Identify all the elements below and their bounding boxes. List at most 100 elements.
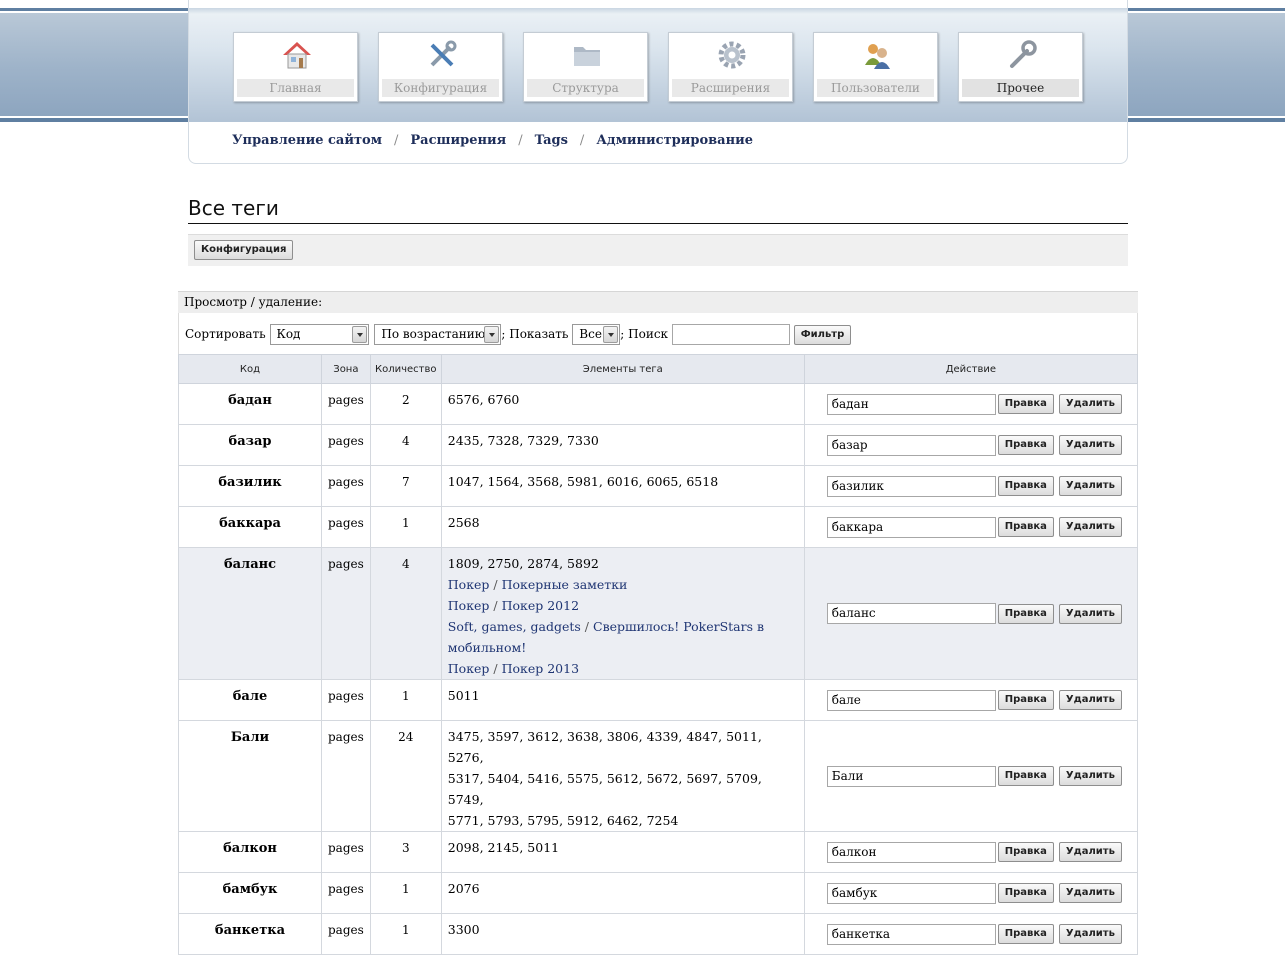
tag-rename-input[interactable]: базилик: [826, 475, 996, 497]
table-row: банкетка pages 1 3300 банкетка Правка Удалить: [178, 913, 1139, 955]
column-header-action: Действие: [803, 354, 1139, 384]
tag-code-cell: балкон: [178, 831, 322, 873]
tag-count-cell: 2: [369, 383, 442, 425]
tag-zone-cell: pages: [321, 547, 371, 680]
tag-element-ids: 2568: [447, 515, 480, 530]
nav-tile-users[interactable]: Пользователи: [813, 32, 938, 102]
tag-code-cell: баланс: [178, 547, 322, 680]
breadcrumb-site-management[interactable]: Управление сайтом: [232, 133, 382, 148]
delete-button[interactable]: Удалить: [1058, 435, 1122, 455]
tag-linked-page[interactable]: Soft, games, gadgets / Свершилось! Poker…: [448, 616, 798, 637]
tag-rename-input[interactable]: баккара: [826, 516, 996, 538]
delete-button[interactable]: Удалить: [1058, 517, 1122, 537]
edit-button[interactable]: Правка: [997, 603, 1054, 624]
configuration-button[interactable]: Конфигурация: [194, 240, 294, 260]
page-title-link[interactable]: Покерные заметки: [502, 577, 628, 592]
sort-field-select[interactable]: Код: [269, 324, 369, 345]
tag-rename-input[interactable]: Бали: [826, 765, 996, 787]
page-category-link[interactable]: Покер: [448, 598, 490, 613]
tags-table: Код Зона Количество Элементы тега Действ…: [178, 354, 1139, 955]
edit-button[interactable]: Правка: [997, 435, 1054, 455]
table-row: бале pages 1 5011 бале Правка Удалить: [178, 679, 1139, 721]
delete-button[interactable]: Удалить: [1058, 924, 1122, 944]
breadcrumb-tags[interactable]: Tags: [535, 133, 568, 148]
breadcrumb-separator: /: [579, 133, 585, 148]
tag-items-cell: 2098, 2145, 5011: [440, 831, 805, 873]
delete-button[interactable]: Удалить: [1058, 394, 1122, 414]
tag-element-ids: 5771, 5793, 5795, 5912, 6462, 7254: [447, 813, 679, 828]
tag-linked-page[interactable]: Покер / Покер 2012: [448, 595, 798, 616]
tag-items-cell: 6576, 6760: [440, 383, 805, 425]
column-header-count: Количество: [369, 354, 442, 384]
sort-field-value: Код: [276, 327, 301, 341]
edit-button[interactable]: Правка: [997, 842, 1054, 862]
tag-rename-input[interactable]: базар: [826, 434, 996, 456]
edit-button[interactable]: Правка: [997, 690, 1054, 710]
link-separator: /: [580, 619, 593, 634]
sort-order-select[interactable]: По возрастанию: [374, 324, 502, 345]
edit-button[interactable]: Правка: [997, 517, 1054, 537]
tag-code-cell: бамбук: [178, 872, 322, 914]
page-category-link[interactable]: Покер: [448, 661, 490, 676]
nav-label: Пользователи: [817, 79, 934, 97]
tag-count-cell: 1: [369, 506, 442, 548]
nav-tile-extensions[interactable]: Расширения: [668, 32, 793, 102]
tag-rename-input[interactable]: бамбук: [826, 882, 996, 904]
edit-button[interactable]: Правка: [997, 883, 1054, 903]
tag-code-cell: бале: [178, 679, 322, 721]
page-title-link[interactable]: Свершилось! PokerStars в: [593, 619, 764, 634]
tag-element-ids: 3475, 3597, 3612, 3638, 3806, 4339, 4847…: [447, 729, 762, 765]
tag-element-ids: 3300: [447, 922, 480, 937]
edit-button[interactable]: Правка: [997, 766, 1054, 786]
delete-button[interactable]: Удалить: [1058, 603, 1122, 624]
tag-zone-cell: pages: [321, 679, 371, 721]
tag-items-cell: 5011: [440, 679, 805, 721]
delete-button[interactable]: Удалить: [1058, 766, 1122, 786]
tag-rename-input[interactable]: бале: [826, 689, 996, 711]
edit-button[interactable]: Правка: [997, 476, 1054, 496]
filter-button[interactable]: Фильтр: [793, 324, 852, 345]
edit-button[interactable]: Правка: [997, 924, 1054, 944]
page-title-link[interactable]: Покер 2012: [502, 598, 579, 613]
tag-linked-page[interactable]: Покер / Покер 2013: [448, 658, 798, 679]
page-category-link[interactable]: Покер: [448, 577, 490, 592]
tag-zone-cell: pages: [321, 831, 371, 873]
nav-tile-configuration[interactable]: Конфигурация: [378, 32, 503, 102]
tag-element-ids: 5011: [447, 688, 480, 703]
tag-action-cell: базар Правка Удалить: [803, 424, 1139, 466]
tag-rename-input[interactable]: балкон: [826, 841, 996, 863]
tag-element-ids: 1047, 1564, 3568, 5981, 6016, 6065, 6518: [447, 474, 719, 489]
page-category-link[interactable]: Soft, games, gadgets: [448, 619, 581, 634]
tag-items-cell: 1047, 1564, 3568, 5981, 6016, 6065, 6518: [440, 465, 805, 507]
tag-linked-page[interactable]: Покер / Покерные заметки: [448, 574, 798, 595]
show-select[interactable]: Все: [572, 324, 621, 345]
tag-element-ids: 1809, 2750, 2874, 5892: [447, 556, 599, 571]
tag-linked-page[interactable]: мобильном!: [448, 637, 798, 658]
tag-count-cell: 1: [369, 679, 442, 721]
delete-button[interactable]: Удалить: [1058, 842, 1122, 862]
nav-tile-structure[interactable]: Структура: [523, 32, 648, 102]
page-title-link[interactable]: мобильном!: [448, 640, 526, 655]
breadcrumb-administration[interactable]: Администрирование: [596, 133, 753, 148]
nav-tile-home[interactable]: Главная: [233, 32, 358, 102]
breadcrumb-extensions[interactable]: Расширения: [410, 133, 506, 148]
tag-zone-cell: pages: [321, 872, 371, 914]
page-title: Все теги: [188, 196, 1128, 224]
tag-zone-cell: pages: [321, 424, 371, 466]
nav-label: Конфигурация: [382, 79, 499, 97]
tag-rename-input[interactable]: банкетка: [826, 923, 996, 945]
delete-button[interactable]: Удалить: [1058, 476, 1122, 496]
delete-button[interactable]: Удалить: [1058, 883, 1122, 903]
tag-rename-input[interactable]: баланс: [826, 603, 996, 624]
delete-button[interactable]: Удалить: [1058, 690, 1122, 710]
tag-items-cell: 2568: [440, 506, 805, 548]
search-input[interactable]: [671, 324, 790, 345]
tag-count-cell: 1: [369, 913, 442, 955]
nav-tile-other[interactable]: Прочее: [958, 32, 1083, 102]
table-row: бамбук pages 1 2076 бамбук Правка Удалить: [178, 872, 1139, 914]
view-delete-header: Просмотр / удаление:: [178, 291, 1138, 313]
tag-rename-input[interactable]: бадан: [826, 393, 996, 415]
page-title-link[interactable]: Покер 2013: [502, 661, 579, 676]
tag-action-cell: баланс Правка Удалить: [803, 547, 1139, 680]
edit-button[interactable]: Правка: [997, 394, 1054, 414]
